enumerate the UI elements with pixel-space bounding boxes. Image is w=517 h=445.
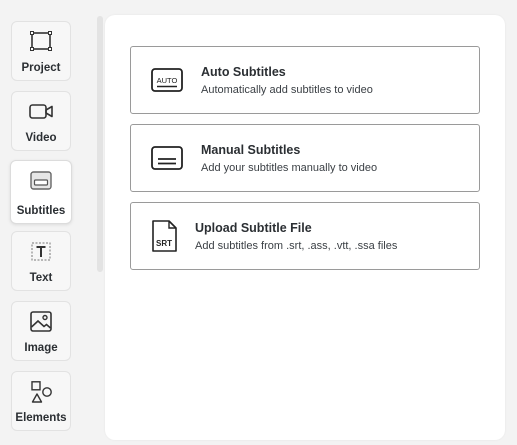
auto-subtitles-icon: AUTO: [150, 65, 184, 95]
sidebar-scrollbar[interactable]: [97, 16, 103, 272]
manual-subtitles-icon: [150, 143, 184, 173]
sidebar-item-label: Subtitles: [16, 205, 66, 217]
option-title: Manual Subtitles: [201, 143, 301, 157]
option-title: Upload Subtitle File: [195, 221, 312, 235]
auto-subtitles-option[interactable]: AUTO Auto Subtitles Automatically add su…: [130, 46, 480, 114]
option-title: Auto Subtitles: [201, 65, 286, 79]
sidebar-item-label: Text: [29, 272, 53, 284]
option-description: Add subtitles from .srt, .ass, .vtt, .ss…: [195, 240, 398, 252]
shapes-icon: [28, 381, 54, 403]
text-box-icon: [28, 241, 54, 263]
video-camera-icon: [28, 101, 54, 123]
sidebar-item-label: Image: [24, 342, 58, 354]
sidebar-item-image[interactable]: Image: [11, 301, 71, 361]
option-description: Automatically add subtitles to video: [201, 84, 373, 96]
upload-subtitle-file-option[interactable]: SRT Upload Subtitle File Add subtitles f…: [130, 202, 480, 270]
sidebar-item-elements[interactable]: Elements: [11, 371, 71, 431]
sidebar-item-subtitles[interactable]: Subtitles: [10, 160, 72, 224]
srt-file-icon: SRT: [150, 219, 178, 253]
manual-subtitles-option[interactable]: Manual Subtitles Add your subtitles manu…: [130, 124, 480, 192]
sidebar-item-video[interactable]: Video: [11, 91, 71, 151]
image-icon: [28, 311, 54, 333]
sidebar-item-label: Video: [25, 132, 57, 144]
sidebar-item-text[interactable]: Text: [11, 231, 71, 291]
option-description: Add your subtitles manually to video: [201, 162, 378, 174]
srt-icon-text: SRT: [156, 239, 172, 248]
crop-frame-icon: [28, 31, 54, 53]
sidebar-item-label: Elements: [15, 412, 67, 424]
auto-icon-text: AUTO: [157, 76, 178, 85]
sidebar-item-label: Project: [21, 62, 61, 74]
sidebar-item-project[interactable]: Project: [11, 21, 71, 81]
subtitles-panel: AUTO Auto Subtitles Automatically add su…: [105, 15, 505, 440]
subtitles-icon: [28, 170, 54, 192]
